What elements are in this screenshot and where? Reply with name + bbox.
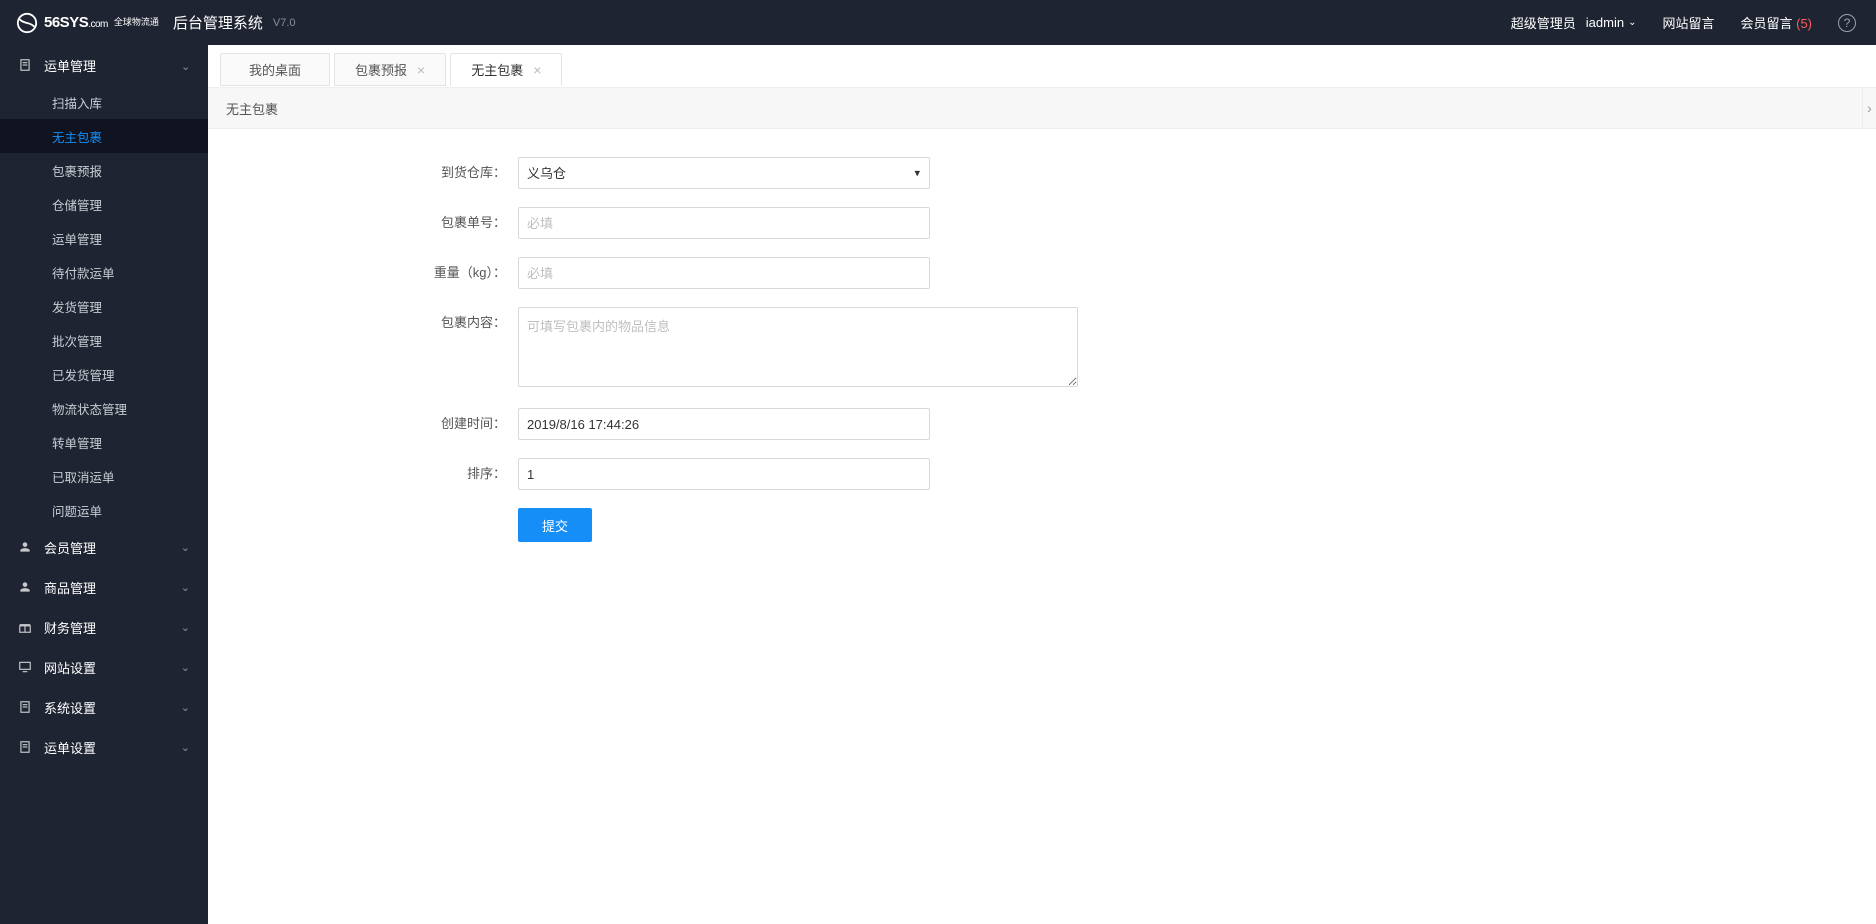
close-icon[interactable]: × (533, 63, 541, 77)
monitor-icon (18, 660, 32, 674)
created-input[interactable] (518, 408, 930, 440)
sidebar-item-shipped[interactable]: 已发货管理 (0, 357, 208, 391)
chevron-down-icon: ⌄ (181, 621, 190, 634)
sort-input[interactable] (518, 458, 930, 490)
chevron-down-icon: ⌄ (181, 541, 190, 554)
nav-group-goods[interactable]: 商品管理 ⌄ (0, 567, 208, 607)
chevron-down-icon: ⌄ (181, 741, 190, 754)
nav-group-label: 运单管理 (44, 56, 96, 75)
tab-label: 我的桌面 (249, 60, 301, 79)
nav-group-waybill-set[interactable]: 运单设置 ⌄ (0, 727, 208, 767)
globe-logo-icon (16, 12, 38, 34)
brand-tag: 全球物流通 (114, 18, 159, 27)
warehouse-select[interactable]: 义乌仓 (518, 157, 930, 189)
brand-logo: 56SYS.com 全球物流通 (16, 12, 159, 34)
sidebar-item-transfer[interactable]: 转单管理 (0, 425, 208, 459)
sidebar-item-ship[interactable]: 发货管理 (0, 289, 208, 323)
brand-main: 56SYS.com (44, 15, 108, 30)
chevron-down-icon: ⌄ (1628, 17, 1636, 28)
doc-icon (18, 740, 32, 754)
system-title: 后台管理系统 (173, 12, 263, 33)
tab-bar: 我的桌面 包裹预报 × 无主包裹 × (208, 45, 1876, 87)
package-no-label: 包裹单号： (248, 207, 518, 239)
doc-icon (18, 58, 32, 72)
chevron-down-icon: ⌄ (181, 581, 190, 594)
tab-forecast[interactable]: 包裹预报 × (334, 53, 446, 86)
nav-group-label: 网站设置 (44, 658, 96, 677)
form-area: 到货仓库： 义乌仓 包裹单号： 重量（kg）： (208, 129, 1876, 588)
tab-desktop[interactable]: 我的桌面 (220, 53, 330, 86)
user-block: 超级管理员 iadmin ⌄ (1511, 13, 1637, 32)
sidebar-item-forecast[interactable]: 包裹预报 (0, 153, 208, 187)
sidebar-item-waybill-mgmt[interactable]: 运单管理 (0, 221, 208, 255)
role-label: 超级管理员 (1511, 13, 1576, 32)
member-message-count: (5) (1796, 16, 1812, 31)
warehouse-label: 到货仓库： (248, 157, 518, 189)
sort-label: 排序： (248, 458, 518, 490)
sidebar-item-logistics[interactable]: 物流状态管理 (0, 391, 208, 425)
main-area: 我的桌面 包裹预报 × 无主包裹 × 无主包裹 › 到货仓库： 义乌仓 包裹单号： (208, 45, 1876, 924)
content-textarea[interactable] (518, 307, 1078, 387)
page-title: 无主包裹 (226, 99, 278, 118)
user-icon (18, 580, 32, 594)
weight-label: 重量（kg）： (248, 257, 518, 289)
expand-icon[interactable]: › (1862, 88, 1876, 128)
sidebar-item-batch[interactable]: 批次管理 (0, 323, 208, 357)
help-icon[interactable]: ? (1838, 14, 1856, 32)
nav-group-label: 商品管理 (44, 578, 96, 597)
close-icon[interactable]: × (417, 63, 425, 77)
sidebar-item-storage[interactable]: 仓储管理 (0, 187, 208, 221)
chevron-down-icon: ⌄ (181, 661, 190, 674)
sidebar-item-unowned[interactable]: 无主包裹 (0, 119, 208, 153)
nav-group-system[interactable]: 系统设置 ⌄ (0, 687, 208, 727)
nav-group-member[interactable]: 会员管理 ⌄ (0, 527, 208, 567)
version-label: V7.0 (273, 17, 296, 29)
nav-group-site[interactable]: 网站设置 ⌄ (0, 647, 208, 687)
page-header: 无主包裹 › (208, 87, 1876, 129)
site-message-link[interactable]: 网站留言 (1662, 13, 1714, 32)
submit-button[interactable]: 提交 (518, 508, 592, 542)
nav-group-finance[interactable]: 财务管理 ⌄ (0, 607, 208, 647)
tab-unowned[interactable]: 无主包裹 × (450, 53, 562, 86)
tab-label: 包裹预报 (355, 60, 407, 79)
package-no-input[interactable] (518, 207, 930, 239)
sidebar-item-scan-in[interactable]: 扫描入库 (0, 85, 208, 119)
gift-icon (18, 620, 32, 634)
sidebar: 运单管理⌃扫描入库无主包裹包裹预报仓储管理运单管理待付款运单发货管理批次管理已发… (0, 45, 208, 924)
top-header: 56SYS.com 全球物流通 后台管理系统 V7.0 超级管理员 iadmin… (0, 0, 1876, 45)
nav-group-label: 会员管理 (44, 538, 96, 557)
username-label: iadmin (1586, 15, 1624, 30)
nav-group-waybill[interactable]: 运单管理 ⌃ (0, 45, 208, 85)
nav-group-label: 系统设置 (44, 698, 96, 717)
user-icon (18, 540, 32, 554)
sidebar-item-canceled[interactable]: 已取消运单 (0, 459, 208, 493)
user-menu[interactable]: iadmin ⌄ (1586, 15, 1637, 30)
nav-group-label: 运单设置 (44, 738, 96, 757)
doc-icon (18, 700, 32, 714)
sidebar-item-problem[interactable]: 问题运单 (0, 493, 208, 527)
chevron-down-icon: ⌄ (181, 701, 190, 714)
tab-label: 无主包裹 (471, 60, 523, 79)
sidebar-item-unpaid[interactable]: 待付款运单 (0, 255, 208, 289)
member-message-label: 会员留言 (1740, 16, 1792, 31)
weight-input[interactable] (518, 257, 930, 289)
chevron-up-icon: ⌃ (181, 59, 190, 72)
created-label: 创建时间： (248, 408, 518, 440)
content-label: 包裹内容： (248, 307, 518, 339)
member-message-link[interactable]: 会员留言 (5) (1740, 13, 1812, 32)
nav-group-label: 财务管理 (44, 618, 96, 637)
